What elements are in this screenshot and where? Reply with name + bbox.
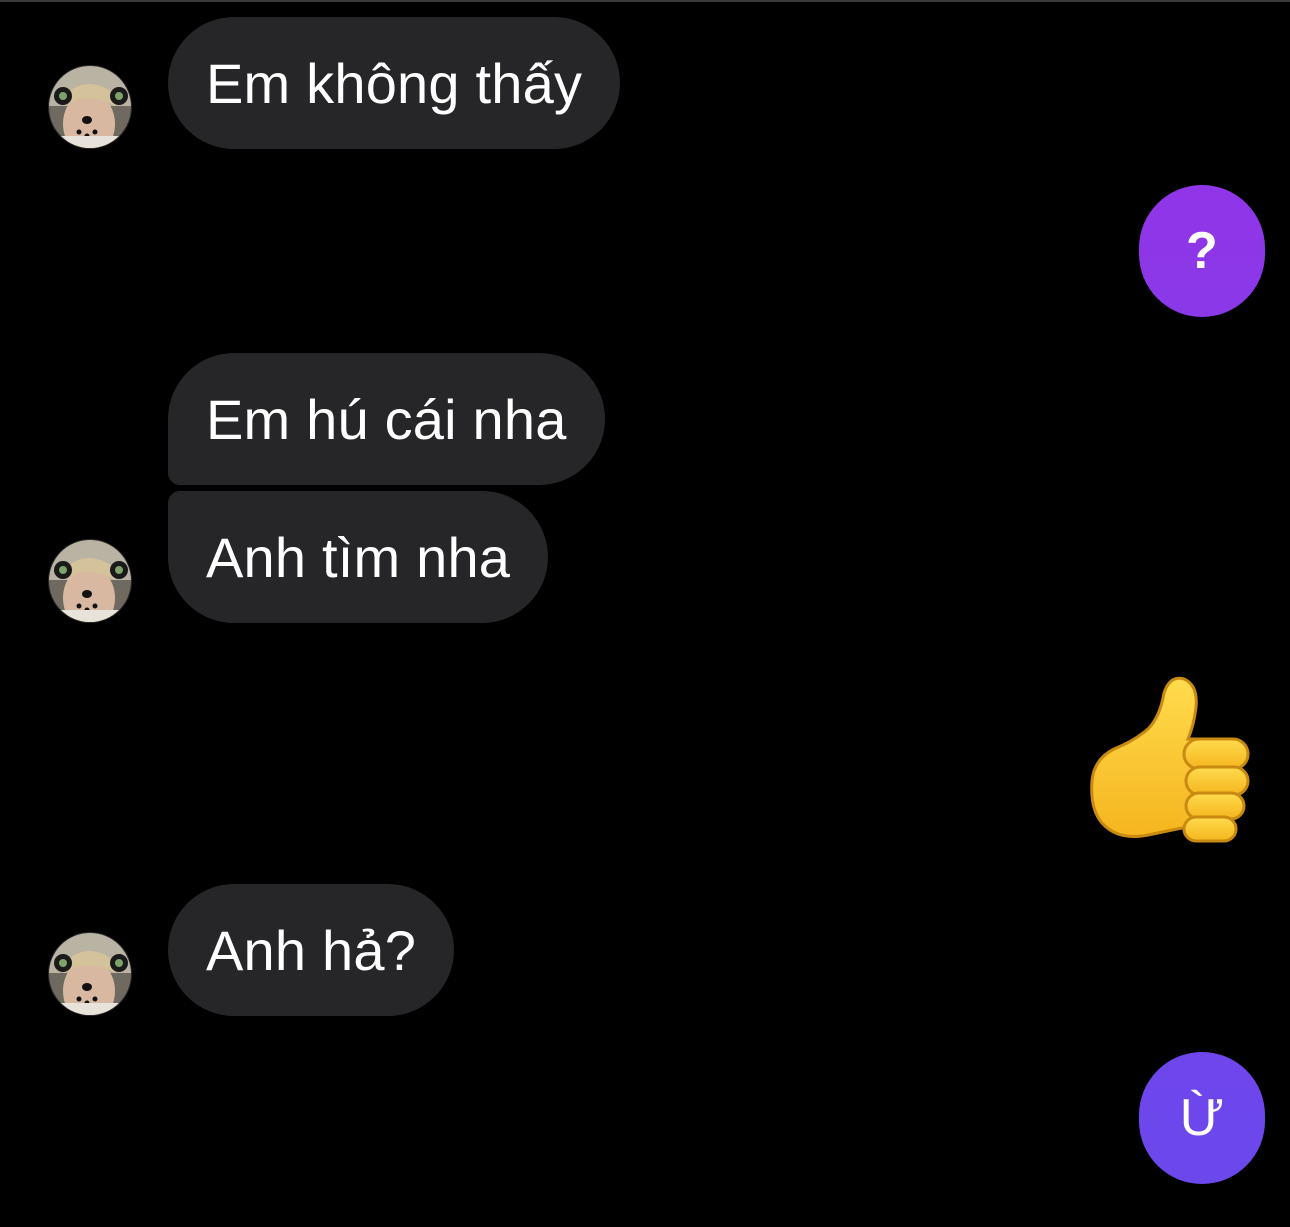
avatar[interactable] (49, 66, 131, 148)
incoming-message-bubble[interactable]: Em không thấy (168, 17, 621, 149)
incoming-message-bubble[interactable]: Anh hả? (168, 884, 455, 1016)
outgoing-message-bubble[interactable]: Ừ (1139, 1052, 1265, 1184)
avatar-photo-icon (49, 933, 131, 1015)
outgoing-message-bubble[interactable]: ? (1139, 185, 1265, 317)
avatar-photo-icon (49, 540, 131, 622)
thumbs-up-icon (1090, 676, 1250, 843)
message-text: Ừ (1179, 1089, 1225, 1147)
avatar[interactable] (49, 540, 131, 622)
message-text: ? (1186, 222, 1218, 280)
incoming-message-bubble[interactable]: Em hú cái nha (168, 353, 605, 485)
avatar[interactable] (49, 933, 131, 1015)
top-divider (0, 0, 1290, 2)
message-text: Anh tìm nha (206, 525, 511, 589)
message-text: Em không thấy (206, 51, 583, 115)
incoming-message-bubble[interactable]: Anh tìm nha (168, 491, 549, 623)
message-text: Anh hả? (206, 918, 417, 982)
avatar-photo-icon (49, 66, 131, 148)
message-text: Em hú cái nha (206, 387, 567, 451)
outgoing-emoji-message[interactable] (1088, 673, 1258, 854)
